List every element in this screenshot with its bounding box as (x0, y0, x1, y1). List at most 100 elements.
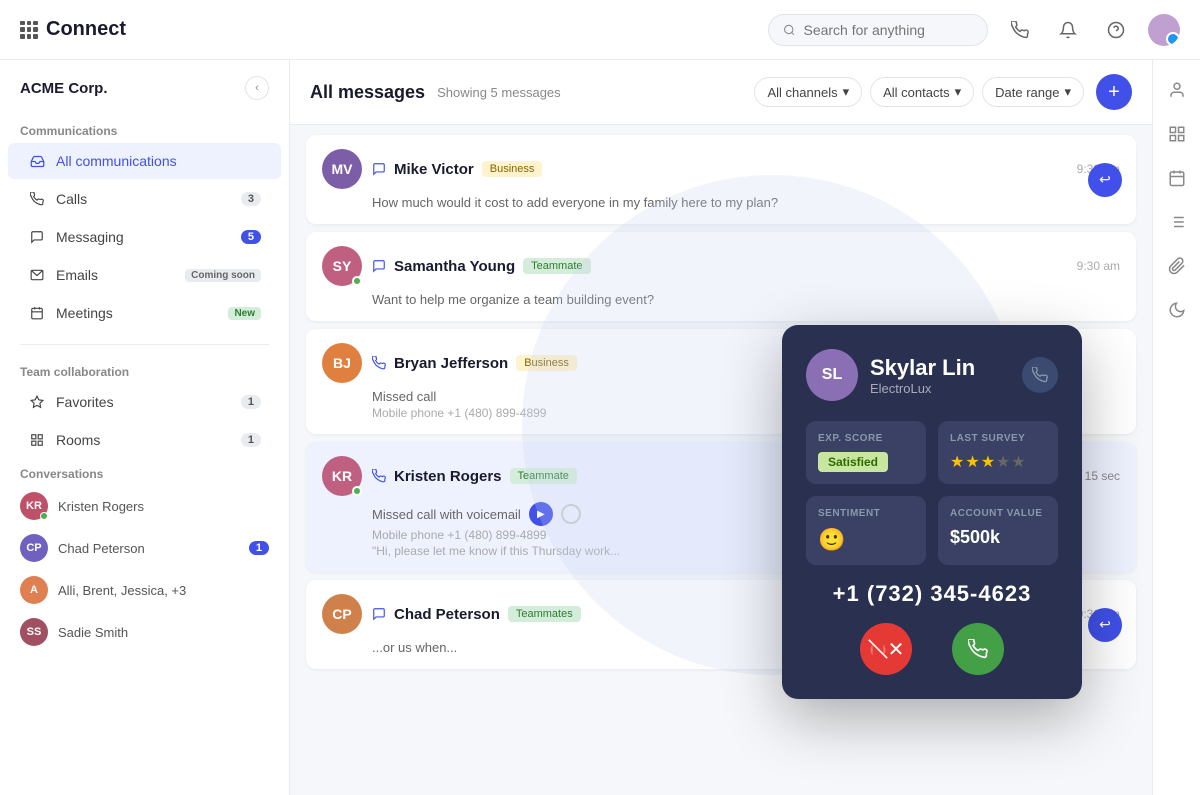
msg-name-kristen-rogers: Kristen Rogers (394, 468, 502, 485)
list-right-icon[interactable] (1159, 204, 1195, 240)
favorites-label: Favorites (56, 394, 231, 410)
sidebar-collapse-button[interactable]: ‹ (245, 76, 269, 100)
chevron-down-icon: ▾ (1064, 84, 1071, 100)
user-avatar[interactable] (1148, 14, 1180, 46)
online-indicator-kristen (352, 486, 362, 496)
help-icon[interactable] (1100, 14, 1132, 46)
missed-call-label: Missed call with voicemail (372, 507, 521, 522)
avatar-bryan-jefferson: BJ (322, 343, 362, 383)
emails-tag: Coming soon (185, 269, 261, 282)
paperclip-icon[interactable] (1159, 248, 1195, 284)
app-name: Connect (46, 18, 126, 41)
call-phone-button[interactable] (1022, 357, 1058, 393)
sidebar-item-rooms[interactable]: Rooms 1 (8, 422, 281, 458)
content-header: All messages Showing 5 messages All chan… (290, 60, 1152, 125)
sidebar-messaging-label: Messaging (56, 229, 231, 245)
conv-item-sadie[interactable]: SS Sadie Smith (0, 611, 289, 653)
conv-item-kristen[interactable]: KR Kristen Rogers (0, 485, 289, 527)
sentiment-emoji: 🙂 (818, 527, 914, 553)
conv-item-alli[interactable]: A Alli, Brent, Jessica, +3 (0, 569, 289, 611)
account-value: $500k (950, 527, 1046, 548)
sidebar: ACME Corp. ‹ Communications All communic… (0, 60, 290, 795)
add-button[interactable]: + (1096, 74, 1132, 110)
message-card-mike-victor[interactable]: MV Mike Victor Business 9:30 am How much… (306, 135, 1136, 224)
circle-icon (561, 504, 581, 524)
avatar-kristen-rogers: KR (322, 456, 362, 496)
msg-name-row-samantha: Samantha Young Teammate 9:30 am (372, 258, 1120, 275)
sentiment-card: SENTIMENT 🙂 (806, 496, 926, 565)
sidebar-item-emails[interactable]: Emails Coming soon (8, 257, 281, 293)
communications-section-title: Communications (0, 116, 289, 142)
rooms-label: Rooms (56, 432, 231, 448)
filter-buttons: All channels ▾ All contacts ▾ Date range… (754, 77, 1084, 107)
conv-avatar-alli: A (20, 576, 48, 604)
messages-container: MV Mike Victor Business 9:30 am How much… (290, 125, 1152, 795)
hangup-button[interactable]: ✕ (860, 623, 912, 675)
call-phone-number: +1 (732) 345-4623 (806, 581, 1058, 607)
messaging-badge: 5 (241, 230, 261, 244)
sidebar-item-favorites[interactable]: Favorites 1 (8, 384, 281, 420)
company-name: ACME Corp. (20, 80, 108, 97)
content-area: All messages Showing 5 messages All chan… (290, 60, 1152, 795)
msg-body-mike-victor: How much would it cost to add everyone i… (322, 195, 1120, 210)
moon-icon[interactable] (1159, 292, 1195, 328)
msg-tag-samantha: Teammate (523, 258, 590, 274)
sidebar-item-messaging[interactable]: Messaging 5 (8, 219, 281, 255)
chevron-down-icon: ▾ (955, 84, 962, 100)
reply-button-chad[interactable]: ↩ (1088, 608, 1122, 642)
search-bar[interactable] (768, 14, 988, 46)
search-icon (783, 23, 795, 37)
call-contact-name: Skylar Lin (870, 355, 975, 381)
favorites-badge: 1 (241, 395, 261, 409)
call-avatar: SL (806, 349, 858, 401)
message-card-samantha-young[interactable]: SY Samantha Young Teammate 9:30 am Want … (306, 232, 1136, 321)
msg-name-samantha: Samantha Young (394, 258, 515, 275)
conversations-section-title: Conversations (0, 459, 289, 485)
sidebar-item-all-communications[interactable]: All communications (8, 143, 281, 179)
sidebar-emails-label: Emails (56, 267, 175, 283)
play-button[interactable]: ▶ (529, 502, 553, 526)
message-channel-icon (372, 162, 386, 176)
conv-avatar-sadie: SS (20, 618, 48, 646)
sidebar-calls-label: Calls (56, 191, 231, 207)
reply-button-mike-victor[interactable]: ↩ (1088, 163, 1122, 197)
avatar-chad-peterson: CP (322, 594, 362, 634)
topbar-icons (1004, 14, 1180, 46)
conv-avatar-kristen: KR (20, 492, 48, 520)
content-title: All messages (310, 82, 425, 103)
call-contact-info: Skylar Lin ElectroLux (870, 355, 975, 396)
conv-name-chad: Chad Peterson (58, 541, 145, 556)
calendar-right-icon[interactable] (1159, 160, 1195, 196)
last-survey-card: LAST SURVEY ★★★★★ (938, 421, 1058, 484)
calls-icon (28, 190, 46, 208)
chevron-down-icon: ▾ (843, 84, 850, 100)
answer-button[interactable] (952, 623, 1004, 675)
call-contact-company: ElectroLux (870, 381, 975, 396)
account-value-label: ACCOUNT VALUE (950, 508, 1046, 519)
message-channel-icon (372, 259, 386, 273)
filter-date-range[interactable]: Date range ▾ (982, 77, 1084, 107)
avatar-samantha-young: SY (322, 246, 362, 286)
filter-all-contacts[interactable]: All contacts ▾ (870, 77, 974, 107)
msg-name-bryan: Bryan Jefferson (394, 355, 508, 372)
person-icon[interactable] (1159, 72, 1195, 108)
sidebar-item-calls[interactable]: Calls 3 (8, 181, 281, 217)
bell-icon[interactable] (1052, 14, 1084, 46)
search-input[interactable] (803, 22, 973, 38)
msg-tag-bryan: Business (516, 355, 577, 371)
grid-right-icon[interactable] (1159, 116, 1195, 152)
inbox-icon (28, 152, 46, 170)
sidebar-meetings-label: Meetings (56, 305, 218, 321)
exp-score-card: EXP. SCORE Satisfied (806, 421, 926, 484)
conv-avatar-chad: CP (20, 534, 48, 562)
sidebar-header: ACME Corp. ‹ (0, 60, 289, 116)
rooms-icon (28, 431, 46, 449)
filter-all-channels[interactable]: All channels ▾ (754, 77, 862, 107)
msg-body-samantha: Want to help me organize a team building… (322, 292, 1120, 307)
account-value-card: ACCOUNT VALUE $500k (938, 496, 1058, 565)
phone-icon[interactable] (1004, 14, 1036, 46)
online-indicator (352, 276, 362, 286)
sidebar-item-meetings[interactable]: Meetings New (8, 295, 281, 331)
msg-name-chad-peterson: Chad Peterson (394, 606, 500, 623)
conv-item-chad[interactable]: CP Chad Peterson 1 (0, 527, 289, 569)
